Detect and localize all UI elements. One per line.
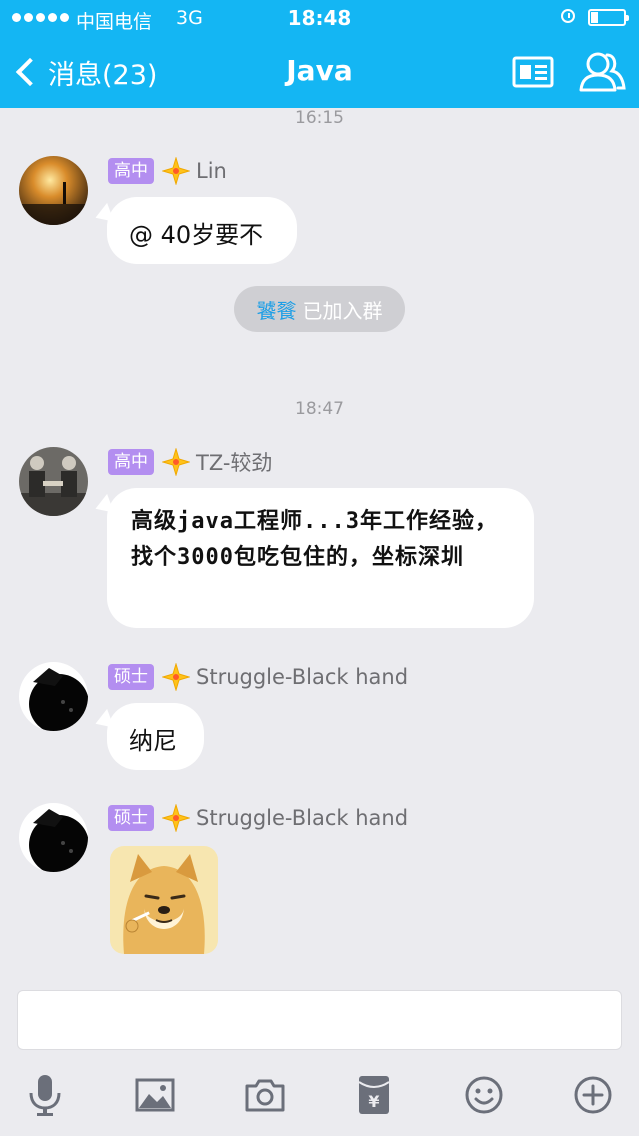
message-bubble[interactable]: 纳尼: [107, 703, 204, 770]
timestamp: 16:15: [295, 108, 344, 128]
avatar[interactable]: [19, 447, 88, 516]
avatar[interactable]: [19, 803, 88, 872]
star-badge-icon: [162, 663, 190, 691]
camera-icon: [245, 1079, 285, 1112]
dark-portrait-avatar-image: [19, 662, 88, 731]
more-button[interactable]: [568, 1070, 618, 1120]
message-text: 纳尼: [129, 727, 177, 755]
alarm-icon: [561, 9, 575, 23]
plus-icon: [574, 1076, 612, 1114]
dark-portrait-avatar-image: [19, 803, 88, 872]
sender-name: TZ-较劲: [196, 451, 273, 475]
doge-sticker-image: [110, 846, 218, 954]
system-notice: 饕餮 已加入群: [234, 286, 405, 332]
timestamp: 18:47: [295, 399, 344, 419]
level-badge: 高中: [108, 449, 154, 475]
status-time: 18:48: [287, 6, 352, 30]
star-badge-icon: [162, 157, 190, 185]
avatar[interactable]: [19, 156, 88, 225]
group-members-icon: [579, 52, 626, 92]
profile-card-icon: [512, 56, 554, 88]
sender-name: Struggle-Black hand: [196, 665, 409, 689]
doge-sticker[interactable]: [110, 846, 218, 954]
red-packet-icon: ¥: [358, 1076, 390, 1114]
message-bubble[interactable]: @ 40岁要不: [107, 197, 297, 264]
emoji-icon: [465, 1076, 503, 1114]
microphone-icon: [29, 1075, 61, 1116]
photo-button[interactable]: [130, 1070, 180, 1120]
group-profile-button[interactable]: [512, 56, 554, 92]
camera-button[interactable]: [240, 1070, 290, 1120]
message-text: 高级java工程师...3年工作经验，找个3000包吃包住的，坐标深圳: [131, 509, 498, 570]
star-badge-icon: [162, 448, 190, 476]
message-input[interactable]: [17, 990, 622, 1050]
level-badge: 硕士: [108, 805, 154, 831]
sender-meta: 硕士 Struggle-Black hand: [108, 662, 408, 692]
star-badge-icon: [162, 804, 190, 832]
voice-button[interactable]: [20, 1070, 70, 1120]
system-notice-text: 已加入群: [302, 298, 383, 323]
emoji-button[interactable]: [459, 1070, 509, 1120]
image-icon: [135, 1078, 175, 1112]
sender-name: Struggle-Black hand: [196, 806, 409, 830]
group-members-button[interactable]: [578, 50, 626, 98]
joined-user-link[interactable]: 饕餮: [257, 295, 297, 324]
input-area: ¥: [0, 972, 639, 1136]
message-bubble[interactable]: 高级java工程师...3年工作经验，找个3000包吃包住的，坐标深圳: [107, 488, 534, 628]
svg-text:¥: ¥: [368, 1092, 379, 1111]
top-bar: 中国电信 3G 18:48 消息(23) Java: [0, 0, 639, 108]
sender-meta: 高中 TZ-较劲: [108, 447, 272, 477]
sunset-avatar-image: [19, 156, 88, 225]
sender-name: Lin: [196, 159, 227, 183]
level-badge: 高中: [108, 158, 154, 184]
sender-meta: 硕士 Struggle-Black hand: [108, 803, 408, 833]
message-text: @ 40岁要不: [129, 221, 264, 249]
sender-meta: 高中 Lin: [108, 156, 227, 186]
red-packet-button[interactable]: ¥: [349, 1070, 399, 1120]
handshake-avatar-image: [19, 447, 88, 516]
status-bar: 中国电信 3G 18:48: [0, 0, 639, 36]
level-badge: 硕士: [108, 664, 154, 690]
battery-icon: [588, 9, 629, 26]
avatar[interactable]: [19, 662, 88, 731]
